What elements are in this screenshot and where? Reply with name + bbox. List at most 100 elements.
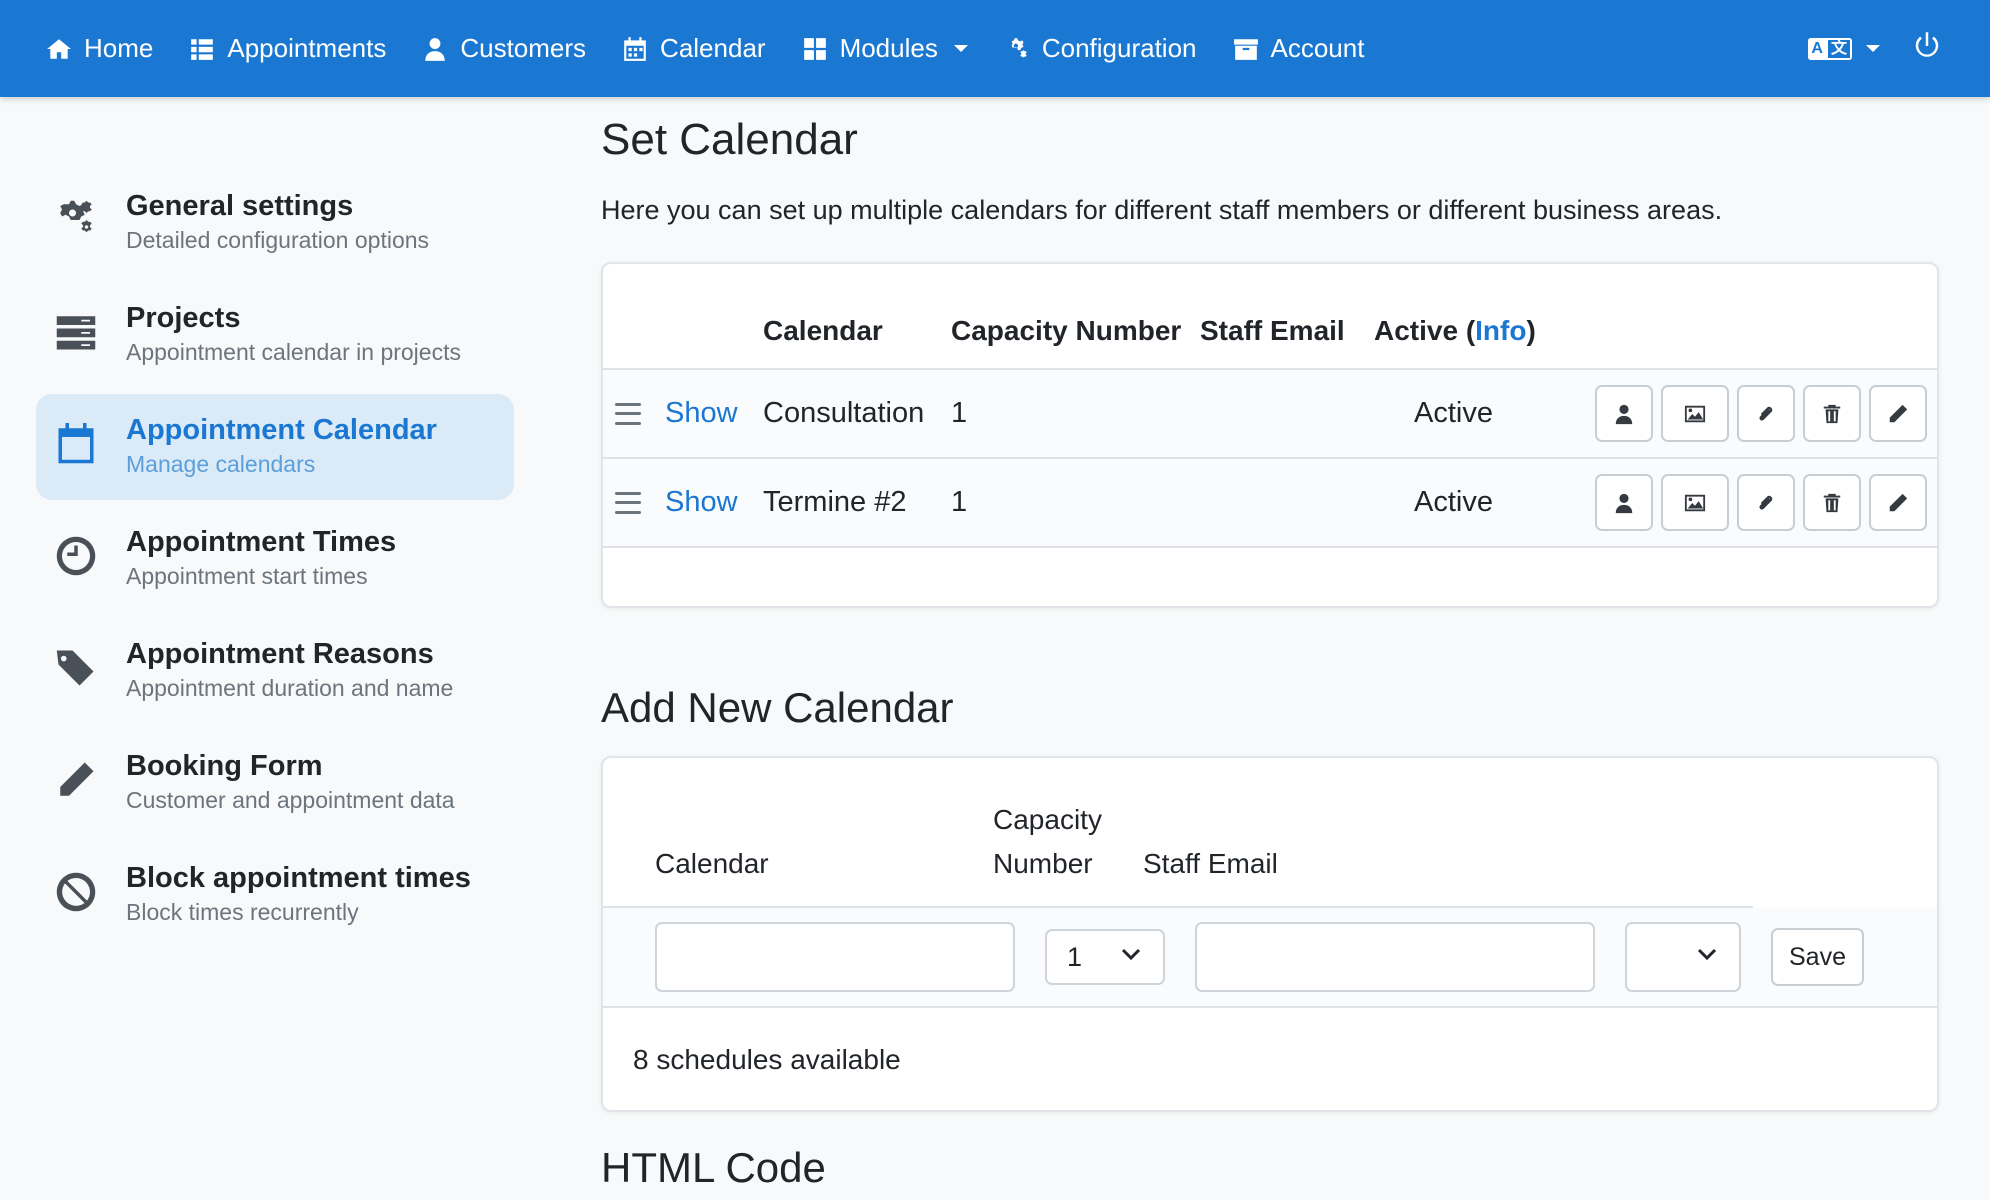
nav-configuration-label: Configuration xyxy=(1041,33,1197,63)
image-button[interactable] xyxy=(1661,385,1729,442)
nav-configuration[interactable]: Configuration xyxy=(986,0,1215,97)
drag-handle-icon[interactable] xyxy=(615,402,641,425)
archive-icon xyxy=(1233,38,1258,60)
nav-appointments[interactable]: Appointments xyxy=(171,0,404,97)
page-title: Set Calendar xyxy=(601,115,858,164)
edit-button[interactable] xyxy=(1869,385,1927,442)
cogs-icon xyxy=(54,198,98,242)
sidebar-item-general-settings[interactable]: General settings Detailed configuration … xyxy=(36,170,514,276)
nav-right-group: A文 xyxy=(1808,31,1990,66)
logout-button[interactable] xyxy=(1912,31,1942,66)
sidebar-item-block-times[interactable]: Block appointment times Block times recu… xyxy=(36,842,514,948)
image-icon xyxy=(1684,494,1706,511)
nav-home[interactable]: Home xyxy=(0,0,171,97)
calendar-name-input[interactable] xyxy=(655,922,1015,992)
active-header-suffix: ) xyxy=(1526,315,1536,346)
capacity-cell: 1 xyxy=(951,397,968,429)
add-header-capacity: Capacity Number xyxy=(993,798,1143,886)
user-icon xyxy=(1615,404,1633,424)
chevron-down-icon xyxy=(1866,45,1880,52)
add-header-capacity-line2: Number xyxy=(993,848,1093,879)
add-header-capacity-line1: Capacity xyxy=(993,804,1102,835)
image-button[interactable] xyxy=(1661,474,1729,531)
pencil-icon xyxy=(1889,404,1908,422)
clock-icon xyxy=(54,534,98,578)
home-icon xyxy=(47,38,71,59)
cogs-icon xyxy=(1011,37,1027,58)
sidebar-item-subtitle: Appointment calendar in projects xyxy=(126,339,461,365)
sidebar-item-booking-form[interactable]: Booking Form Customer and appointment da… xyxy=(36,730,514,836)
nav-modules[interactable]: Modules xyxy=(784,0,986,97)
trash-icon xyxy=(1823,404,1841,423)
attach-button[interactable] xyxy=(1737,474,1795,531)
schedules-available-text: 8 schedules available xyxy=(633,1044,901,1075)
column-header-capacity: Capacity Number xyxy=(951,315,1182,346)
add-calendar-card: Calendar Capacity Number Staff Email 1 S… xyxy=(601,756,1939,1112)
list-icon xyxy=(191,38,214,60)
chevron-down-icon xyxy=(1695,942,1719,973)
sidebar-item-subtitle: Manage calendars xyxy=(126,451,316,477)
calendar-table-card: Calendar Capacity Number Staff Email Act… xyxy=(601,262,1939,608)
show-link[interactable]: Show xyxy=(647,397,738,429)
nav-customers-label: Customers xyxy=(460,33,587,63)
nav-account-label: Account xyxy=(1270,33,1365,63)
sidebar-item-title: General settings xyxy=(126,190,354,222)
calendar-icon xyxy=(624,36,646,61)
language-dropdown[interactable]: A文 xyxy=(1808,37,1880,60)
nav-account[interactable]: Account xyxy=(1215,0,1383,97)
delete-button[interactable] xyxy=(1803,474,1861,531)
capacity-select-value: 1 xyxy=(1067,941,1083,972)
delete-button[interactable] xyxy=(1803,385,1861,442)
staff-email-input[interactable] xyxy=(1195,922,1595,992)
grid-icon xyxy=(803,37,826,60)
sidebar-item-appointment-reasons[interactable]: Appointment Reasons Appointment duration… xyxy=(36,618,514,724)
sidebar-item-subtitle: Appointment start times xyxy=(126,563,368,589)
assign-user-button[interactable] xyxy=(1595,385,1653,442)
add-calendar-header: Calendar Capacity Number Staff Email xyxy=(603,758,1753,908)
capacity-select[interactable]: 1 xyxy=(1045,929,1165,985)
active-status-cell: Active xyxy=(1414,486,1493,518)
edit-button[interactable] xyxy=(1869,474,1927,531)
sidebar-item-title: Booking Form xyxy=(126,750,323,782)
chevron-down-icon xyxy=(953,45,968,52)
sidebar-item-subtitle: Appointment duration and name xyxy=(126,675,454,701)
nav-customers[interactable]: Customers xyxy=(404,0,604,97)
add-calendar-form-row: 1 Save xyxy=(603,908,1937,1008)
show-link[interactable]: Show xyxy=(647,486,738,518)
pencil-icon xyxy=(1889,493,1908,511)
drag-handle-icon[interactable] xyxy=(615,491,641,514)
ban-icon xyxy=(54,870,98,914)
power-icon xyxy=(1915,32,1939,57)
column-header-calendar: Calendar xyxy=(763,315,883,346)
info-link[interactable]: Info xyxy=(1475,315,1526,346)
paperclip-icon xyxy=(1759,406,1773,420)
sidebar-item-subtitle: Customer and appointment data xyxy=(126,787,455,813)
attach-button[interactable] xyxy=(1737,385,1795,442)
column-header-active: Active (Info) xyxy=(1374,315,1554,347)
calendar-name-cell: Termine #2 xyxy=(763,486,907,518)
sidebar-item-title: Projects xyxy=(126,302,241,334)
column-header-email: Staff Email xyxy=(1200,315,1345,346)
html-code-title: HTML Code xyxy=(601,1144,826,1191)
top-navbar: Home Appointments Customers Calendar Mod… xyxy=(0,0,1990,97)
nav-calendar-label: Calendar xyxy=(660,33,766,63)
nav-modules-label: Modules xyxy=(839,33,938,63)
sidebar-item-title: Block appointment times xyxy=(126,862,471,894)
nav-home-label: Home xyxy=(84,33,154,63)
add-header-email: Staff Email xyxy=(1143,848,1278,879)
active-select[interactable] xyxy=(1625,922,1741,992)
sidebar-item-appointment-times[interactable]: Appointment Times Appointment start time… xyxy=(36,506,514,612)
sidebar-item-title: Appointment Times xyxy=(126,526,397,558)
calendar-table-header: Calendar Capacity Number Staff Email Act… xyxy=(603,264,1937,370)
add-calendar-title: Add New Calendar xyxy=(601,684,954,731)
user-icon xyxy=(1615,493,1633,513)
settings-sidebar: General settings Detailed configuration … xyxy=(36,170,514,954)
save-button[interactable]: Save xyxy=(1771,928,1864,986)
trash-icon xyxy=(1823,493,1841,512)
active-header-text: Active ( xyxy=(1374,315,1476,346)
nav-calendar[interactable]: Calendar xyxy=(604,0,784,97)
user-icon xyxy=(425,37,446,61)
sidebar-item-projects[interactable]: Projects Appointment calendar in project… xyxy=(36,282,514,388)
assign-user-button[interactable] xyxy=(1595,474,1653,531)
sidebar-item-appointment-calendar[interactable]: Appointment Calendar Manage calendars xyxy=(36,394,514,500)
